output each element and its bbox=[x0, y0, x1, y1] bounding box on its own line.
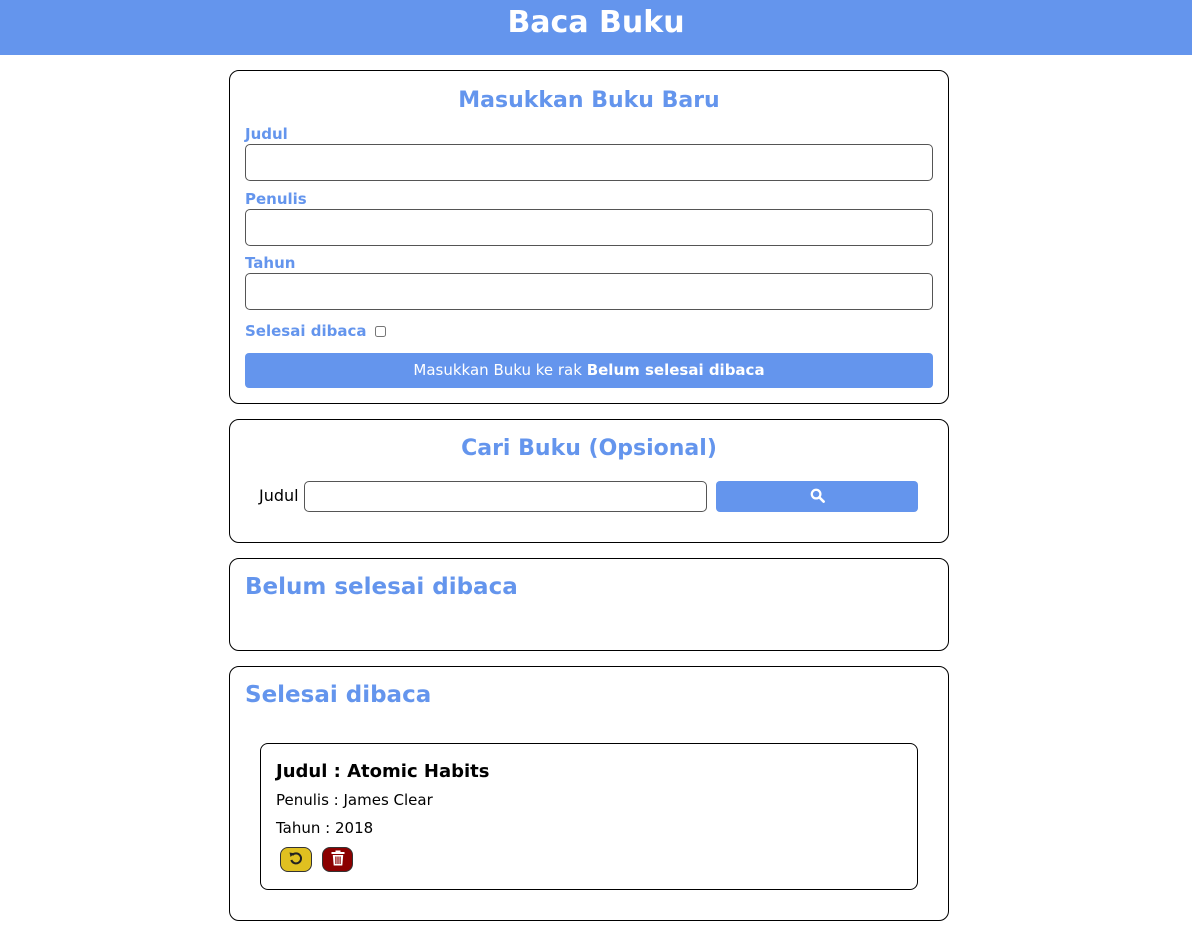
search-section-title: Cari Buku (Opsional) bbox=[461, 436, 717, 461]
book-card: Judul : Atomic Habits Penulis : James Cl… bbox=[260, 743, 918, 890]
search-icon bbox=[810, 488, 825, 506]
submit-prefix: Masukkan Buku ke rak bbox=[413, 361, 587, 379]
incomplete-shelf-title: Belum selesai dibaca bbox=[245, 574, 518, 600]
submit-book-button[interactable]: Masukkan Buku ke rak Belum selesai dibac… bbox=[245, 353, 933, 388]
search-button[interactable] bbox=[716, 481, 918, 512]
input-book-section: Masukkan Buku Baru Judul Penulis Tahun S… bbox=[229, 70, 949, 404]
title-input[interactable] bbox=[245, 144, 933, 181]
undo-button[interactable] bbox=[280, 847, 312, 872]
book-year: Tahun : 2018 bbox=[276, 819, 374, 837]
search-book-section: Cari Buku (Opsional) Judul bbox=[229, 419, 949, 543]
complete-shelf-title: Selesai dibaca bbox=[245, 682, 432, 708]
incomplete-shelf: Belum selesai dibaca bbox=[229, 558, 949, 651]
complete-checkbox[interactable] bbox=[375, 325, 387, 337]
input-section-title: Masukkan Buku Baru bbox=[458, 88, 720, 113]
book-title: Judul : Atomic Habits bbox=[276, 761, 490, 782]
app-header: Baca Buku bbox=[0, 0, 1192, 55]
trash-icon bbox=[331, 850, 345, 869]
title-label: Judul bbox=[245, 125, 288, 143]
undo-icon bbox=[288, 850, 304, 869]
book-author: Penulis : James Clear bbox=[276, 791, 433, 809]
submit-shelf-name: Belum selesai dibaca bbox=[586, 361, 765, 379]
app-title: Baca Buku bbox=[507, 5, 685, 40]
year-input[interactable] bbox=[245, 273, 933, 310]
book-actions bbox=[280, 847, 353, 872]
complete-row: Selesai dibaca bbox=[245, 322, 387, 340]
search-input[interactable] bbox=[304, 481, 707, 512]
search-label: Judul bbox=[259, 486, 299, 505]
complete-label: Selesai dibaca bbox=[245, 322, 367, 340]
author-input[interactable] bbox=[245, 209, 933, 246]
year-label: Tahun bbox=[245, 254, 296, 272]
author-label: Penulis bbox=[245, 190, 307, 208]
complete-shelf: Selesai dibaca Judul : Atomic Habits Pen… bbox=[229, 666, 949, 921]
delete-button[interactable] bbox=[322, 847, 353, 872]
